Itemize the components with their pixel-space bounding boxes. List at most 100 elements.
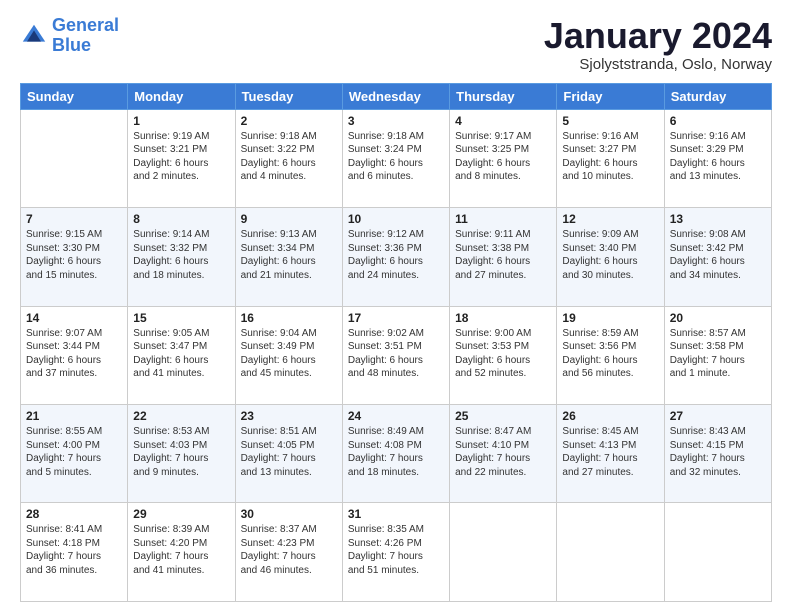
- day-number: 23: [241, 409, 337, 423]
- weekday-header-friday: Friday: [557, 83, 664, 109]
- day-number: 21: [26, 409, 122, 423]
- day-info: Sunrise: 9:14 AM Sunset: 3:32 PM Dayligh…: [133, 228, 229, 282]
- day-cell: 9 Sunrise: 9:13 AM Sunset: 3:34 PM Daylig…: [235, 208, 342, 306]
- day-cell: 24 Sunrise: 8:49 AM Sunset: 4:08 PM Dayli…: [342, 405, 449, 503]
- day-info: Sunrise: 9:19 AM Sunset: 3:21 PM Dayligh…: [133, 130, 229, 184]
- day-cell: 31 Sunrise: 8:35 AM Sunset: 4:26 PM Dayli…: [342, 503, 449, 602]
- weekday-header-tuesday: Tuesday: [235, 83, 342, 109]
- day-cell: 21 Sunrise: 8:55 AM Sunset: 4:00 PM Dayli…: [21, 405, 128, 503]
- day-info: Sunrise: 9:12 AM Sunset: 3:36 PM Dayligh…: [348, 228, 444, 282]
- day-number: 1: [133, 114, 229, 128]
- weekday-header-sunday: Sunday: [21, 83, 128, 109]
- day-number: 4: [455, 114, 551, 128]
- header: General Blue January 2024 Sjolyststranda…: [20, 16, 772, 73]
- day-number: 31: [348, 507, 444, 521]
- location: Sjolyststranda, Oslo, Norway: [544, 56, 772, 73]
- day-number: 18: [455, 311, 551, 325]
- day-info: Sunrise: 9:13 AM Sunset: 3:34 PM Dayligh…: [241, 228, 337, 282]
- day-info: Sunrise: 9:16 AM Sunset: 3:27 PM Dayligh…: [562, 130, 658, 184]
- day-number: 22: [133, 409, 229, 423]
- day-number: 12: [562, 212, 658, 226]
- day-number: 27: [670, 409, 766, 423]
- day-cell: 6Sunrise: 9:16 AM Sunset: 3:29 PM Daylig…: [664, 109, 771, 207]
- day-cell: 16 Sunrise: 9:04 AM Sunset: 3:49 PM Dayli…: [235, 306, 342, 404]
- day-info: Sunrise: 9:05 AM Sunset: 3:47 PM Dayligh…: [133, 327, 229, 381]
- day-info: Sunrise: 8:41 AM Sunset: 4:18 PM Dayligh…: [26, 523, 122, 577]
- day-cell: 26Sunrise: 8:45 AM Sunset: 4:13 PM Dayli…: [557, 405, 664, 503]
- day-number: 13: [670, 212, 766, 226]
- day-number: 26: [562, 409, 658, 423]
- week-row-4: 21 Sunrise: 8:55 AM Sunset: 4:00 PM Dayli…: [21, 405, 772, 503]
- day-info: Sunrise: 8:55 AM Sunset: 4:00 PM Dayligh…: [26, 425, 122, 479]
- day-info: Sunrise: 8:51 AM Sunset: 4:05 PM Dayligh…: [241, 425, 337, 479]
- day-cell: 7 Sunrise: 9:15 AM Sunset: 3:30 PM Daylig…: [21, 208, 128, 306]
- day-cell: 2 Sunrise: 9:18 AM Sunset: 3:22 PM Daylig…: [235, 109, 342, 207]
- day-info: Sunrise: 8:35 AM Sunset: 4:26 PM Dayligh…: [348, 523, 444, 577]
- logo-icon: [20, 22, 48, 50]
- day-cell: 14 Sunrise: 9:07 AM Sunset: 3:44 PM Dayli…: [21, 306, 128, 404]
- day-cell: 13Sunrise: 9:08 AM Sunset: 3:42 PM Dayli…: [664, 208, 771, 306]
- week-row-3: 14 Sunrise: 9:07 AM Sunset: 3:44 PM Dayli…: [21, 306, 772, 404]
- day-number: 10: [348, 212, 444, 226]
- day-cell: 29Sunrise: 8:39 AM Sunset: 4:20 PM Dayli…: [128, 503, 235, 602]
- day-info: Sunrise: 8:57 AM Sunset: 3:58 PM Dayligh…: [670, 327, 766, 381]
- day-number: 15: [133, 311, 229, 325]
- day-cell: [664, 503, 771, 602]
- day-info: Sunrise: 9:04 AM Sunset: 3:49 PM Dayligh…: [241, 327, 337, 381]
- day-cell: 28 Sunrise: 8:41 AM Sunset: 4:18 PM Dayli…: [21, 503, 128, 602]
- week-row-2: 7 Sunrise: 9:15 AM Sunset: 3:30 PM Daylig…: [21, 208, 772, 306]
- day-info: Sunrise: 9:11 AM Sunset: 3:38 PM Dayligh…: [455, 228, 551, 282]
- day-number: 17: [348, 311, 444, 325]
- day-info: Sunrise: 8:43 AM Sunset: 4:15 PM Dayligh…: [670, 425, 766, 479]
- day-cell: [21, 109, 128, 207]
- week-row-1: 1 Sunrise: 9:19 AM Sunset: 3:21 PM Daylig…: [21, 109, 772, 207]
- day-cell: 27 Sunrise: 8:43 AM Sunset: 4:15 PM Dayli…: [664, 405, 771, 503]
- day-info: Sunrise: 9:15 AM Sunset: 3:30 PM Dayligh…: [26, 228, 122, 282]
- logo: General Blue: [20, 16, 119, 56]
- day-cell: 20Sunrise: 8:57 AM Sunset: 3:58 PM Dayli…: [664, 306, 771, 404]
- calendar-body: 1 Sunrise: 9:19 AM Sunset: 3:21 PM Daylig…: [21, 109, 772, 601]
- day-number: 8: [133, 212, 229, 226]
- day-cell: 25Sunrise: 8:47 AM Sunset: 4:10 PM Dayli…: [450, 405, 557, 503]
- day-info: Sunrise: 9:02 AM Sunset: 3:51 PM Dayligh…: [348, 327, 444, 381]
- weekday-row: SundayMondayTuesdayWednesdayThursdayFrid…: [21, 83, 772, 109]
- day-number: 14: [26, 311, 122, 325]
- weekday-header-saturday: Saturday: [664, 83, 771, 109]
- day-number: 7: [26, 212, 122, 226]
- day-cell: 23 Sunrise: 8:51 AM Sunset: 4:05 PM Dayli…: [235, 405, 342, 503]
- day-info: Sunrise: 9:17 AM Sunset: 3:25 PM Dayligh…: [455, 130, 551, 184]
- logo-general: General: [52, 15, 119, 35]
- day-info: Sunrise: 8:49 AM Sunset: 4:08 PM Dayligh…: [348, 425, 444, 479]
- day-info: Sunrise: 9:09 AM Sunset: 3:40 PM Dayligh…: [562, 228, 658, 282]
- day-cell: 10 Sunrise: 9:12 AM Sunset: 3:36 PM Dayli…: [342, 208, 449, 306]
- logo-blue: Blue: [52, 36, 119, 56]
- day-cell: 18Sunrise: 9:00 AM Sunset: 3:53 PM Dayli…: [450, 306, 557, 404]
- weekday-header-wednesday: Wednesday: [342, 83, 449, 109]
- day-cell: [557, 503, 664, 602]
- day-number: 16: [241, 311, 337, 325]
- day-info: Sunrise: 9:18 AM Sunset: 3:24 PM Dayligh…: [348, 130, 444, 184]
- day-info: Sunrise: 8:37 AM Sunset: 4:23 PM Dayligh…: [241, 523, 337, 577]
- page: General Blue January 2024 Sjolyststranda…: [0, 0, 792, 612]
- day-info: Sunrise: 9:18 AM Sunset: 3:22 PM Dayligh…: [241, 130, 337, 184]
- day-info: Sunrise: 8:59 AM Sunset: 3:56 PM Dayligh…: [562, 327, 658, 381]
- day-number: 25: [455, 409, 551, 423]
- calendar-table: SundayMondayTuesdayWednesdayThursdayFrid…: [20, 83, 772, 602]
- day-cell: [450, 503, 557, 602]
- day-number: 2: [241, 114, 337, 128]
- day-number: 9: [241, 212, 337, 226]
- day-number: 28: [26, 507, 122, 521]
- day-number: 24: [348, 409, 444, 423]
- title-block: January 2024 Sjolyststranda, Oslo, Norwa…: [544, 16, 772, 73]
- day-cell: 1 Sunrise: 9:19 AM Sunset: 3:21 PM Daylig…: [128, 109, 235, 207]
- day-number: 5: [562, 114, 658, 128]
- day-cell: 17 Sunrise: 9:02 AM Sunset: 3:51 PM Dayli…: [342, 306, 449, 404]
- day-cell: 22Sunrise: 8:53 AM Sunset: 4:03 PM Dayli…: [128, 405, 235, 503]
- day-number: 6: [670, 114, 766, 128]
- day-cell: 12 Sunrise: 9:09 AM Sunset: 3:40 PM Dayli…: [557, 208, 664, 306]
- logo-text: General Blue: [52, 16, 119, 56]
- day-info: Sunrise: 9:07 AM Sunset: 3:44 PM Dayligh…: [26, 327, 122, 381]
- day-number: 3: [348, 114, 444, 128]
- day-number: 29: [133, 507, 229, 521]
- day-cell: 5 Sunrise: 9:16 AM Sunset: 3:27 PM Daylig…: [557, 109, 664, 207]
